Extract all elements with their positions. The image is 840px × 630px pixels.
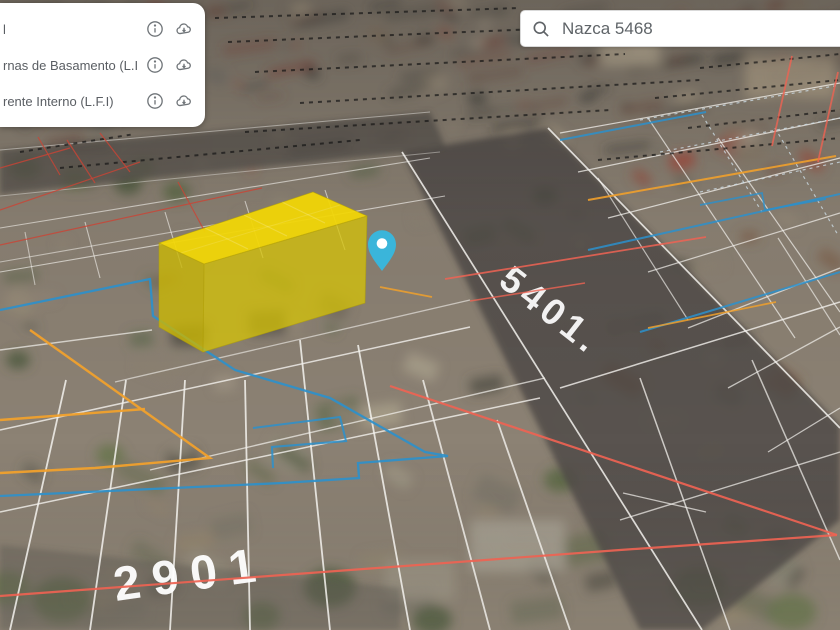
- info-icon[interactable]: [144, 54, 166, 76]
- layers-panel: l rnas de Basamento (L.I.B) rente Intern…: [0, 3, 205, 127]
- layer-item: rente Interno (L.F.I): [3, 89, 195, 113]
- layer-item-label: rente Interno (L.F.I): [3, 94, 137, 109]
- layer-item: l: [3, 17, 195, 41]
- layer-item: rnas de Basamento (L.I.B): [3, 53, 195, 77]
- info-icon[interactable]: [144, 90, 166, 112]
- pin-center-dot: [377, 238, 388, 249]
- cloud-download-icon[interactable]: [173, 54, 195, 76]
- search-icon: [531, 19, 551, 39]
- map-3d-view[interactable]: 5401. 2901 l: [0, 0, 840, 630]
- search-input[interactable]: [560, 18, 839, 40]
- search-bar: [520, 10, 840, 47]
- cloud-download-icon[interactable]: [173, 90, 195, 112]
- layer-item-label: rnas de Basamento (L.I.B): [3, 58, 137, 73]
- cloud-download-icon[interactable]: [173, 18, 195, 40]
- info-icon[interactable]: [144, 18, 166, 40]
- layer-item-label: l: [3, 22, 137, 37]
